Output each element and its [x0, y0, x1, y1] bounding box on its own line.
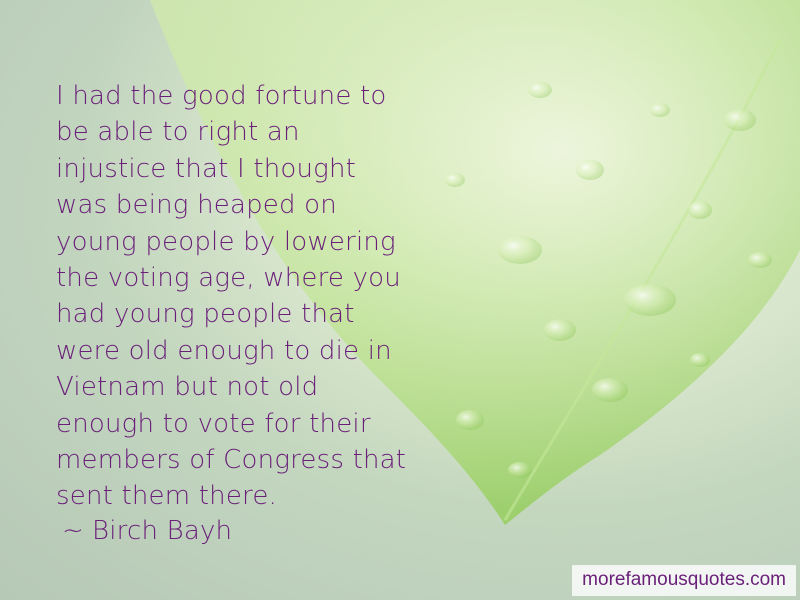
quote-line: young people by lowering	[56, 226, 396, 257]
quote-line: enough to vote for their	[56, 408, 371, 439]
author-name: Birch Bayh	[92, 516, 233, 546]
author-prefix: ~	[62, 516, 84, 546]
quote-line: sent them there.	[56, 481, 277, 512]
quote-text: I had the good fortune to be able to rig…	[56, 78, 576, 515]
quote-line: Vietnam but not old	[56, 372, 319, 403]
site-watermark: morefamousquotes.com	[572, 565, 796, 596]
quote-line: I had the good fortune to	[56, 81, 387, 111]
quote-line: members of Congress that	[56, 445, 407, 476]
quote-line: had young people that	[56, 299, 355, 330]
quote-line: were old enough to die in	[56, 335, 392, 366]
quote-image: I had the good fortune to be able to rig…	[0, 0, 800, 600]
quote-line: injustice that I thought	[56, 153, 357, 184]
quote-line: was being heaped on	[56, 190, 337, 221]
quote-line: the voting age, where you	[56, 263, 401, 294]
quote-author: ~ Birch Bayh	[62, 516, 232, 546]
quote-line: be able to right an	[56, 117, 300, 148]
